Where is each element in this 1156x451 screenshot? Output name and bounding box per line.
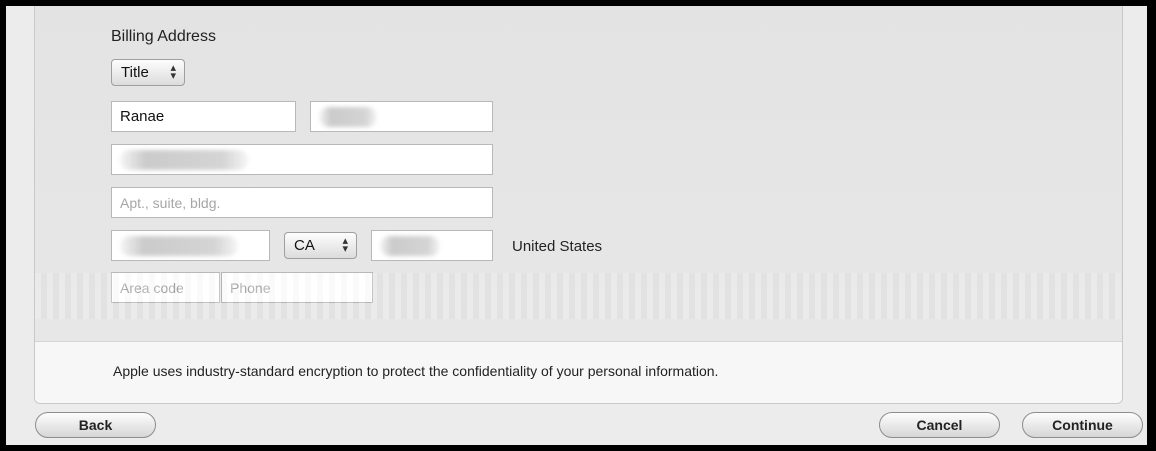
country-label: United States: [512, 238, 603, 255]
up-down-chevrons-icon: ▴ ▾: [342, 235, 348, 255]
last-name-field[interactable]: [310, 101, 493, 132]
redacted-last-name: [319, 107, 377, 127]
encryption-notice: Apple uses industry-standard encryption …: [35, 341, 1122, 403]
phone-placeholder: Phone: [230, 279, 271, 296]
billing-panel: Billing Address Title ▴ ▾ Ranae Apt., sui…: [34, 6, 1123, 404]
redacted-zip-code: [380, 236, 440, 256]
cancel-button[interactable]: Cancel: [879, 412, 1000, 438]
area-code-field[interactable]: Area code: [111, 272, 220, 303]
apt-suite-field[interactable]: Apt., suite, bldg.: [111, 187, 493, 218]
dialog-window: Billing Address Title ▴ ▾ Ranae Apt., sui…: [6, 6, 1147, 445]
section-title: Billing Address: [111, 28, 216, 45]
up-down-chevrons-icon: ▴ ▾: [170, 62, 176, 82]
street-address-field[interactable]: [111, 144, 493, 175]
state-select[interactable]: CA ▴ ▾: [284, 232, 357, 259]
title-select-value: Title: [121, 64, 149, 81]
redacted-city: [120, 236, 238, 256]
redacted-street-address: [120, 150, 248, 170]
title-select[interactable]: Title ▴ ▾: [111, 59, 185, 86]
phone-field[interactable]: Phone: [221, 272, 373, 303]
state-value: CA: [294, 237, 315, 254]
apt-suite-placeholder: Apt., suite, bldg.: [120, 194, 221, 211]
continue-button[interactable]: Continue: [1022, 412, 1143, 438]
back-button[interactable]: Back: [35, 412, 156, 438]
zip-code-field[interactable]: [371, 230, 493, 261]
first-name-field[interactable]: Ranae: [111, 101, 296, 132]
first-name-value: Ranae: [120, 108, 165, 125]
encryption-notice-text: Apple uses industry-standard encryption …: [113, 363, 719, 379]
area-code-placeholder: Area code: [120, 279, 184, 296]
city-field[interactable]: [111, 230, 270, 261]
